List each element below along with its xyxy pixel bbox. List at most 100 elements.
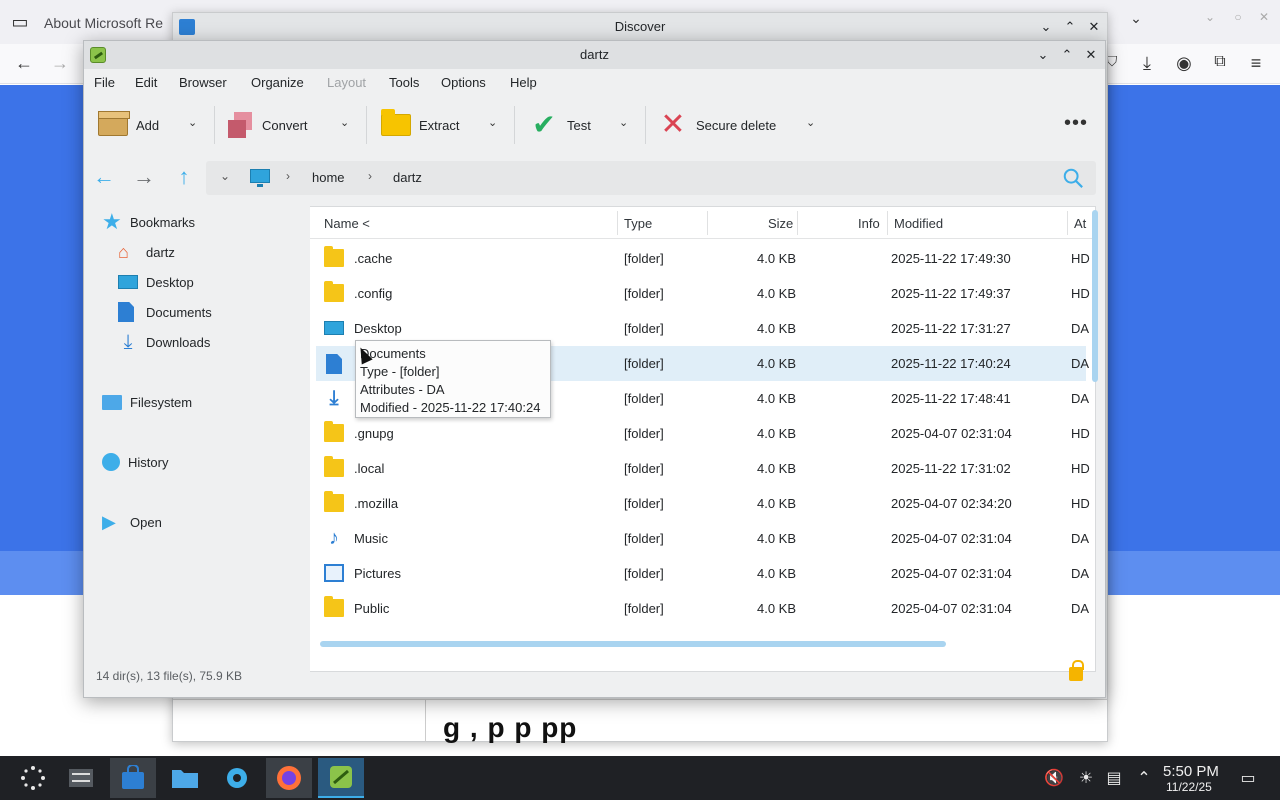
places-open[interactable]: ▶ Open [102, 510, 162, 534]
back-arrow-icon[interactable]: ← [90, 165, 118, 189]
row-size: 4.0 KB [757, 461, 797, 476]
column-size-header[interactable]: Size [768, 216, 793, 231]
column-name-header[interactable]: Name < [324, 216, 370, 231]
places-item-documents[interactable]: Documents [118, 300, 212, 324]
minimize-icon[interactable]: ⌄ [1037, 18, 1055, 36]
minimize-icon[interactable]: ⌄ [1034, 46, 1052, 64]
table-row[interactable]: .config [folder] 4.0 KB 2025-11-22 17:49… [316, 276, 1090, 311]
volume-muted-icon[interactable]: 🔇 [1044, 768, 1064, 788]
places-item-desktop[interactable]: Desktop [118, 270, 194, 294]
menu-edit[interactable]: Edit [135, 75, 157, 90]
menu-options[interactable]: Options [441, 75, 486, 90]
vertical-scrollbar[interactable] [1092, 210, 1098, 382]
column-separator[interactable] [797, 211, 798, 235]
breadcrumb: ⌄ › home › dartz [206, 161, 1096, 195]
taskbar-ark[interactable] [318, 758, 364, 798]
places-history[interactable]: History [102, 450, 168, 474]
extract-dropdown-chevron-icon[interactable]: ⌄ [488, 116, 497, 129]
secure-delete-button[interactable]: ✕ Secure delete [658, 108, 776, 142]
browser-tab[interactable]: About Microsoft Re [44, 8, 163, 38]
tray-expand-chevron-icon[interactable]: ⌃ [1134, 768, 1154, 788]
maximize-icon[interactable]: ⌃ [1061, 18, 1079, 36]
lock-icon[interactable] [1069, 660, 1084, 681]
close-icon[interactable]: ✕ [1252, 10, 1276, 24]
test-button[interactable]: ✔ Test [529, 108, 591, 142]
brightness-icon[interactable]: ☀ [1076, 768, 1096, 788]
column-separator[interactable] [887, 211, 888, 235]
row-attributes: HD [1071, 426, 1090, 441]
row-name: .local [354, 461, 385, 476]
up-arrow-icon[interactable]: ↑ [170, 165, 198, 189]
extensions-icon[interactable]: ⧉ [1208, 53, 1232, 71]
places-filesystem[interactable]: Filesystem [102, 390, 192, 414]
menu-file[interactable]: File [94, 75, 115, 90]
test-dropdown-chevron-icon[interactable]: ⌄ [619, 116, 628, 129]
table-row[interactable]: Pictures [folder] 4.0 KB 2025-04-07 02:3… [316, 556, 1089, 591]
tab-list-icon[interactable]: ▭ [8, 12, 32, 33]
column-info-header[interactable]: Info [858, 216, 880, 231]
ark-titlebar[interactable]: dartz ⌄ ⌃ ✕ [84, 41, 1105, 69]
more-options-icon[interactable]: ••• [1064, 112, 1088, 135]
places-item-dartz[interactable]: ⌂ dartz [118, 240, 175, 264]
menu-tools[interactable]: Tools [389, 75, 419, 90]
horizontal-scrollbar[interactable] [320, 641, 946, 647]
taskbar-file-manager[interactable] [162, 758, 208, 798]
table-row[interactable]: ♪ Music [folder] 4.0 KB 2025-04-07 02:31… [316, 521, 1089, 556]
restore-icon[interactable]: ○ [1226, 10, 1250, 24]
clock-date[interactable]: 11/22/25 [1166, 780, 1212, 794]
column-separator[interactable] [617, 211, 618, 235]
add-dropdown-chevron-icon[interactable]: ⌄ [188, 116, 197, 129]
column-modified-header[interactable]: Modified [894, 216, 943, 231]
table-row[interactable]: .local [folder] 4.0 KB 2025-11-22 17:31:… [316, 451, 1090, 486]
clock-time[interactable]: 5:50 PM [1163, 763, 1219, 780]
forward-icon[interactable]: → [48, 53, 72, 74]
breadcrumb-dartz[interactable]: dartz [393, 170, 422, 185]
maximize-icon[interactable]: ⌃ [1058, 46, 1076, 64]
menu-icon[interactable]: ≡ [1244, 53, 1268, 74]
clipboard-icon[interactable]: ▤ [1104, 768, 1124, 788]
search-icon[interactable] [1062, 167, 1084, 189]
menu-browser[interactable]: Browser [179, 75, 227, 90]
convert-dropdown-chevron-icon[interactable]: ⌄ [340, 116, 349, 129]
extract-button[interactable]: Extract [381, 108, 459, 142]
close-icon[interactable]: ✕ [1085, 18, 1103, 36]
menu-help[interactable]: Help [510, 75, 537, 90]
show-desktop-icon[interactable]: ▭ [1238, 768, 1258, 788]
taskbar-discover[interactable] [110, 758, 156, 798]
table-row[interactable]: .gnupg [folder] 4.0 KB 2025-04-07 02:31:… [316, 416, 1090, 451]
taskbar-settings-sliders[interactable] [58, 758, 104, 798]
convert-button[interactable]: Convert [228, 108, 308, 142]
table-row[interactable]: .cache [folder] 4.0 KB 2025-11-22 17:49:… [316, 241, 1090, 276]
forward-arrow-icon[interactable]: → [130, 165, 158, 189]
extract-folder-icon [381, 109, 411, 136]
close-icon[interactable]: ✕ [1082, 46, 1100, 64]
column-separator[interactable] [707, 211, 708, 235]
places-item-downloads[interactable]: ⤓ Downloads [118, 330, 211, 354]
application-launcher-button[interactable] [10, 758, 56, 798]
taskbar-system-settings[interactable] [214, 758, 260, 798]
discover-titlebar[interactable]: Discover ⌄ ⌃ ✕ [173, 13, 1107, 41]
download-icon[interactable]: ⤓ [1135, 53, 1159, 74]
menu-layout[interactable]: Layout [327, 75, 366, 90]
breadcrumb-home[interactable]: home [312, 170, 345, 185]
column-separator[interactable] [1067, 211, 1068, 235]
taskbar-firefox[interactable] [266, 758, 312, 798]
places-bookmarks[interactable]: ★ Bookmarks [102, 210, 195, 234]
table-row[interactable]: Public [folder] 4.0 KB 2025-04-07 02:31:… [316, 591, 1089, 626]
column-type-header[interactable]: Type [624, 216, 652, 231]
download-icon: ⤓ [123, 331, 133, 353]
chevron-down-icon[interactable]: ⌄ [220, 169, 230, 183]
secure-delete-dropdown-chevron-icon[interactable]: ⌄ [806, 116, 815, 129]
column-attributes-header[interactable]: At [1074, 216, 1086, 231]
chevron-down-icon[interactable]: ⌄ [1124, 10, 1148, 27]
add-button[interactable]: Add [98, 108, 159, 142]
downloads-folder-icon: ⤓ [329, 387, 339, 409]
table-row[interactable]: .mozilla [folder] 4.0 KB 2025-04-07 02:3… [316, 486, 1090, 521]
back-icon[interactable]: ← [12, 53, 36, 74]
minimize-icon[interactable]: ⌄ [1198, 10, 1222, 24]
computer-root-icon[interactable] [250, 169, 270, 187]
toolbar-separator [514, 106, 515, 144]
menu-organize[interactable]: Organize [251, 75, 304, 90]
account-icon[interactable]: ◉ [1172, 53, 1196, 74]
gear-icon [227, 768, 247, 788]
